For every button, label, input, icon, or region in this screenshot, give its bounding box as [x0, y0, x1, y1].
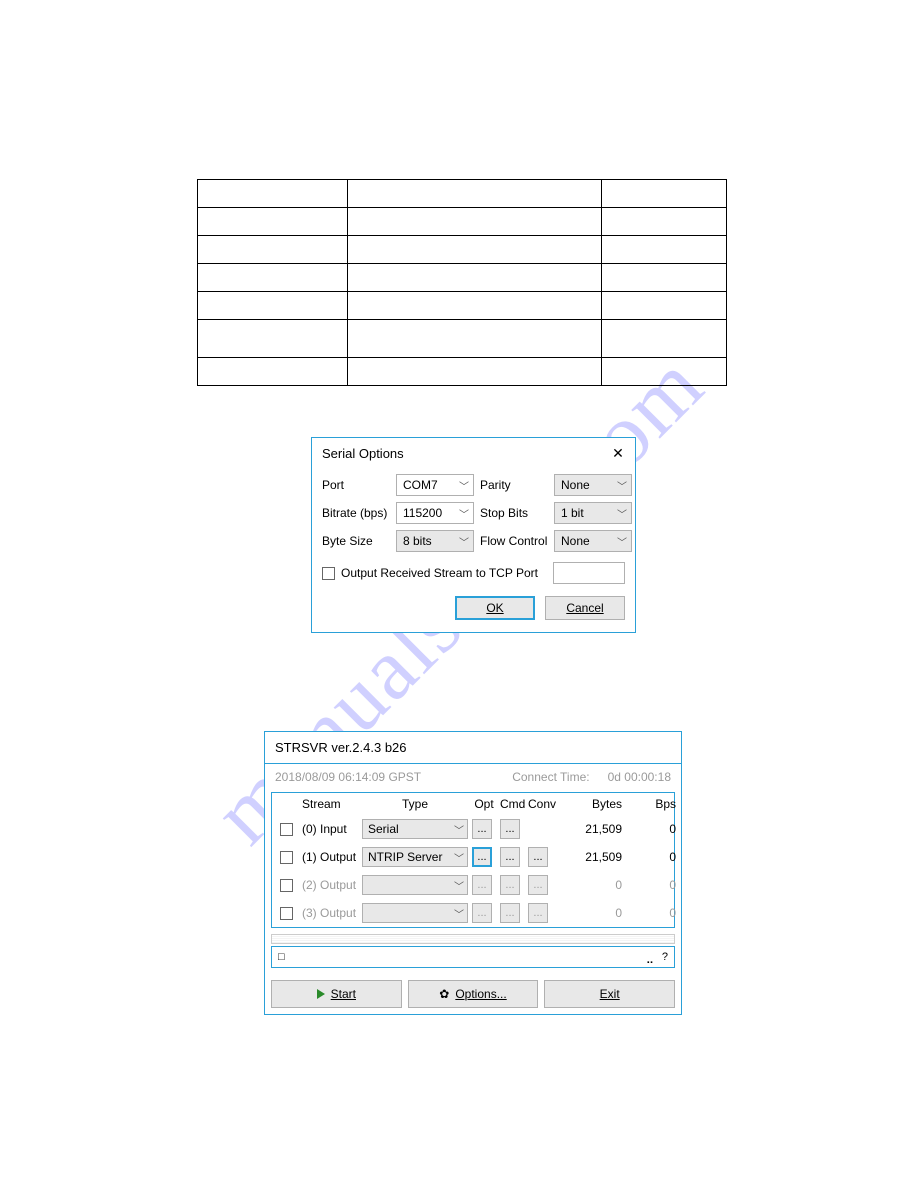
bytesize-label: Byte Size	[322, 534, 390, 548]
stream-label: (1) Output	[302, 850, 358, 864]
stream-conv-button[interactable]: ...	[528, 875, 548, 895]
chevron-down-icon: ﹀	[459, 534, 469, 549]
stream-enable-checkbox[interactable]	[280, 823, 293, 836]
stream-table: Stream Type Opt Cmd Conv Bytes Bps (0) I…	[271, 792, 675, 928]
stream-cmd-button[interactable]: ...	[500, 875, 520, 895]
timestamp: 2018/08/09 06:14:09 GPST	[275, 770, 421, 784]
stream-bps: 0	[630, 822, 680, 836]
stream-cmd-button[interactable]: ...	[500, 819, 520, 839]
connect-time-label: Connect Time:	[512, 770, 589, 784]
stream-bytes: 21,509	[556, 822, 626, 836]
bitrate-value: 115200	[403, 506, 442, 520]
stream-bytes: 21,509	[556, 850, 626, 864]
ok-button[interactable]: OK	[455, 596, 535, 620]
stream-bytes: 0	[556, 906, 626, 920]
parity-select[interactable]: None ﹀	[554, 474, 632, 496]
connect-time-value: 0d 00:00:18	[608, 770, 671, 784]
stream-bps: 0	[630, 878, 680, 892]
stream-row: (2) Output﹀.........00	[272, 871, 674, 899]
options-button[interactable]: ✿ Options...	[408, 980, 539, 1008]
flowcontrol-label: Flow Control	[480, 534, 548, 548]
stream-type-select[interactable]: ﹀	[362, 903, 468, 923]
stream-label: (3) Output	[302, 906, 358, 920]
stream-enable-checkbox[interactable]	[280, 879, 293, 892]
start-button[interactable]: Start	[271, 980, 402, 1008]
progress-bar	[271, 934, 675, 944]
tcp-port-input[interactable]	[553, 562, 625, 584]
parity-label: Parity	[480, 478, 548, 492]
col-cmd: Cmd	[500, 797, 524, 811]
stopbits-select[interactable]: 1 bit ﹀	[554, 502, 632, 524]
play-icon	[317, 989, 325, 999]
stream-opt-button[interactable]: ...	[472, 819, 492, 839]
stream-label: (2) Output	[302, 878, 358, 892]
col-opt: Opt	[472, 797, 496, 811]
status-indicator-icon: □	[278, 951, 285, 963]
window-title: STRSVR ver.2.4.3 b26	[265, 732, 681, 764]
stream-cmd-button[interactable]: ...	[500, 903, 520, 923]
stream-opt-button[interactable]: ...	[472, 903, 492, 923]
stream-cmd-button[interactable]: ...	[500, 847, 520, 867]
col-conv: Conv	[528, 797, 552, 811]
help-icon[interactable]: ?	[662, 951, 668, 963]
stream-opt-button[interactable]: ...	[472, 875, 492, 895]
dialog-title: Serial Options	[322, 446, 404, 461]
expand-icon[interactable]: ⣀	[646, 951, 654, 964]
stream-row: (3) Output﹀.........00	[272, 899, 674, 927]
bytesize-select[interactable]: 8 bits ﹀	[396, 530, 474, 552]
stream-bps: 0	[630, 850, 680, 864]
strsvr-window: STRSVR ver.2.4.3 b26 2018/08/09 06:14:09…	[264, 731, 682, 1015]
bitrate-label: Bitrate (bps)	[322, 506, 390, 520]
stream-label: (0) Input	[302, 822, 358, 836]
chevron-down-icon: ﹀	[617, 478, 627, 493]
serial-options-dialog: Serial Options ✕ Port COM7 ﹀ Parity None…	[311, 437, 636, 633]
gear-icon: ✿	[439, 987, 449, 1001]
output-tcp-checkbox[interactable]	[322, 567, 335, 580]
output-tcp-label: Output Received Stream to TCP Port	[341, 566, 538, 580]
stream-type-select[interactable]: NTRIP Server﹀	[362, 847, 468, 867]
col-type: Type	[362, 797, 468, 811]
flowcontrol-select[interactable]: None ﹀	[554, 530, 632, 552]
chevron-down-icon: ﹀	[454, 850, 464, 865]
blank-grid-table	[197, 179, 727, 386]
col-bytes: Bytes	[556, 797, 626, 811]
stream-type-select[interactable]: Serial﹀	[362, 819, 468, 839]
stream-row: (1) OutputNTRIP Server﹀.........21,5090	[272, 843, 674, 871]
col-bps: Bps	[630, 797, 680, 811]
chevron-down-icon: ﹀	[454, 878, 464, 893]
flowcontrol-value: None	[561, 534, 590, 548]
chevron-down-icon: ﹀	[454, 906, 464, 921]
stream-enable-checkbox[interactable]	[280, 907, 293, 920]
chevron-down-icon: ﹀	[459, 506, 469, 521]
stream-conv-button[interactable]: ...	[528, 847, 548, 867]
stream-conv-button[interactable]: ...	[528, 903, 548, 923]
col-stream: Stream	[302, 797, 358, 811]
chevron-down-icon: ﹀	[617, 534, 627, 549]
stopbits-value: 1 bit	[561, 506, 584, 520]
stream-bps: 0	[630, 906, 680, 920]
stream-row: (0) InputSerial﹀......21,5090	[272, 815, 674, 843]
stream-opt-button[interactable]: ...	[472, 847, 492, 867]
chevron-down-icon: ﹀	[617, 506, 627, 521]
stream-enable-checkbox[interactable]	[280, 851, 293, 864]
cancel-button[interactable]: Cancel	[545, 596, 625, 620]
exit-button[interactable]: Exit	[544, 980, 675, 1008]
status-strip: □ ⣀ ?	[271, 946, 675, 968]
port-select[interactable]: COM7 ﹀	[396, 474, 474, 496]
chevron-down-icon: ﹀	[454, 822, 464, 837]
port-label: Port	[322, 478, 390, 492]
stopbits-label: Stop Bits	[480, 506, 548, 520]
bytesize-value: 8 bits	[403, 534, 432, 548]
stream-bytes: 0	[556, 878, 626, 892]
close-icon[interactable]: ✕	[609, 444, 627, 462]
port-value: COM7	[403, 478, 438, 492]
bitrate-select[interactable]: 115200 ﹀	[396, 502, 474, 524]
chevron-down-icon: ﹀	[459, 478, 469, 493]
stream-type-select[interactable]: ﹀	[362, 875, 468, 895]
parity-value: None	[561, 478, 590, 492]
